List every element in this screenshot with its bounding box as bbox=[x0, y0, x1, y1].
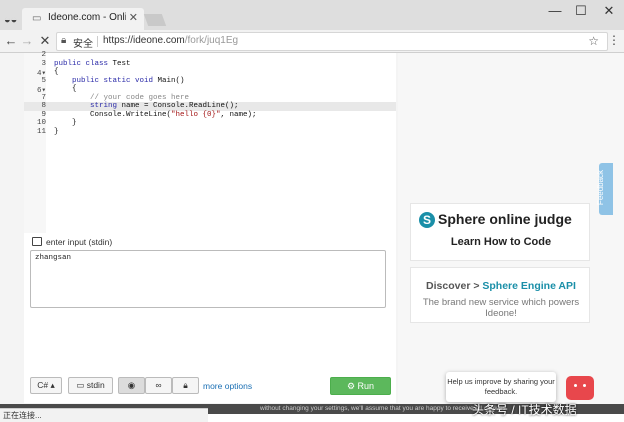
code-line-active: 8 string name = Console.ReadLine(); bbox=[24, 102, 396, 111]
maximize-icon[interactable]: ☐ bbox=[570, 4, 592, 18]
forward-icon[interactable]: → bbox=[20, 34, 34, 48]
feedback-popup[interactable]: Help us improve by sharing your feedback… bbox=[446, 372, 556, 402]
stdin-input[interactable]: zhangsan bbox=[30, 250, 386, 308]
lock-icon: 🔒︎ bbox=[183, 380, 188, 390]
unlisted-visibility-button[interactable]: ∞ bbox=[145, 377, 172, 394]
new-tab-button[interactable] bbox=[143, 14, 167, 26]
ideone-main-panel: 2 3 public class Test 4▾ { 5 public stat… bbox=[24, 51, 396, 403]
code-line: 5 public static void Main() bbox=[41, 76, 185, 85]
sphere-logo-icon: S bbox=[419, 212, 435, 228]
code-line: 6▾ { bbox=[36, 85, 77, 95]
discover-description: The brand new service which powers Ideon… bbox=[422, 297, 580, 319]
sphere-ad-title: Sphere online judge bbox=[438, 211, 572, 227]
omnibox-divider bbox=[97, 36, 98, 47]
cookie-text: without changing your settings, we'll as… bbox=[260, 405, 506, 412]
code-line: 3 public class Test bbox=[41, 59, 131, 68]
stop-loading-icon[interactable]: ✕ bbox=[38, 34, 52, 48]
secure-label: 安全 bbox=[73, 39, 93, 50]
keyboard-icon bbox=[32, 237, 42, 246]
public-visibility-button[interactable]: ◉ bbox=[118, 377, 145, 394]
browser-menu-icon[interactable]: ⋮ bbox=[608, 33, 620, 47]
link-icon: ∞ bbox=[155, 380, 162, 390]
browser-toolbar: ← → ✕ 🔒︎ 安全 https://ideone.com/fork/juq1… bbox=[0, 30, 624, 53]
close-window-icon[interactable]: ✕ bbox=[598, 4, 620, 18]
code-line: 10 } bbox=[36, 119, 77, 127]
private-visibility-button[interactable]: 🔒︎ bbox=[172, 377, 199, 394]
code-editor[interactable]: 2 3 public class Test 4▾ { 5 public stat… bbox=[24, 51, 396, 233]
browser-status-bar: 正在连接... bbox=[0, 408, 208, 422]
sphere-ad-subtitle: Learn How to Code bbox=[450, 236, 552, 248]
discover-line: Discover > Sphere Engine API bbox=[426, 280, 576, 292]
browser-titlebar: ◒◒ ▭ Ideone.com - Online Co ✕ — ☐ ✕ bbox=[0, 0, 624, 30]
code-line: 9 Console.WriteLine("hello {0}", name); bbox=[41, 110, 257, 119]
url-text[interactable]: https://ideone.com/fork/juq1Eg bbox=[103, 35, 238, 46]
minimize-icon[interactable]: — bbox=[544, 4, 566, 18]
sphere-engine-ad[interactable]: Discover > Sphere Engine API The brand n… bbox=[410, 267, 590, 323]
more-options-link[interactable]: more options bbox=[203, 381, 252, 391]
favicon-icon: ▭ bbox=[32, 13, 42, 24]
page-content: 2 3 public class Test 4▾ { 5 public stat… bbox=[0, 51, 624, 414]
code-line: 4▾ { bbox=[36, 68, 59, 78]
sphere-online-judge-ad[interactable]: S Sphere online judge Learn How to Code bbox=[410, 203, 590, 261]
bookmark-star-icon[interactable]: ☆ bbox=[588, 34, 599, 48]
gears-icon: ⚙ bbox=[346, 381, 356, 391]
incognito-icon: ◒◒ bbox=[4, 14, 18, 26]
globe-icon: ◉ bbox=[127, 380, 136, 390]
sidebar-ads: Feedback S Sphere online judge Learn How… bbox=[398, 53, 624, 411]
code-line: 11 } bbox=[36, 127, 59, 136]
keyboard-icon: ▭ bbox=[76, 380, 85, 390]
feedback-tab[interactable]: Feedback bbox=[596, 163, 613, 215]
watermark: 头条号 / IT技术数据 bbox=[472, 403, 577, 417]
code-line: 2 bbox=[41, 51, 46, 59]
stdin-toggle-button[interactable]: ▭ stdin bbox=[68, 377, 113, 394]
run-button[interactable]: ⚙ Run bbox=[330, 377, 391, 395]
back-icon[interactable]: ← bbox=[4, 34, 18, 48]
browser-tab[interactable]: ▭ Ideone.com - Online Co ✕ bbox=[22, 8, 144, 30]
stdin-label: enter input (stdin) bbox=[32, 237, 112, 247]
code-line: 7 // your code goes here bbox=[41, 93, 190, 102]
language-select-button[interactable]: C# ▴ bbox=[30, 377, 62, 394]
address-bar[interactable]: 🔒︎ 安全 https://ideone.com/fork/juq1Eg ☆ bbox=[56, 32, 608, 51]
feedback-bot-icon[interactable] bbox=[566, 376, 594, 400]
close-tab-icon[interactable]: ✕ bbox=[129, 11, 138, 24]
tab-title: Ideone.com - Online Co bbox=[48, 12, 126, 23]
lock-icon: 🔒︎ bbox=[61, 35, 67, 46]
